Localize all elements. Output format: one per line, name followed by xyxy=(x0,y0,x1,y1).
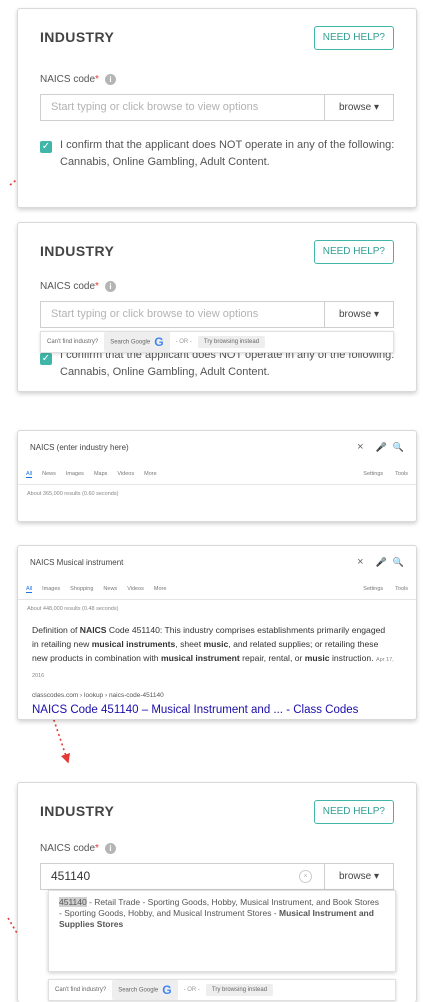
snippet-mid-4: repair, rental, or xyxy=(242,653,303,663)
cant-find-bar: Can't find industry? Search Google G - OR… xyxy=(48,979,396,1001)
naics-input[interactable]: Start typing or click browse to view opt… xyxy=(41,302,324,327)
divider xyxy=(18,599,416,600)
results-count: About 448,000 results (0.48 seconds) xyxy=(27,606,119,612)
or-separator: - OR - xyxy=(183,987,200,993)
tools-link[interactable]: Tools xyxy=(395,471,408,478)
snippet-mid-2: , sheet xyxy=(175,639,202,649)
naics-input-row: Start typing or click browse to view opt… xyxy=(40,301,394,328)
snippet-bold-1: NAICS xyxy=(79,625,107,635)
search-google-label: Search Google xyxy=(118,987,159,994)
tab-videos[interactable]: Videos xyxy=(127,586,144,593)
snippet-bold-3: music xyxy=(203,639,229,649)
browse-dropdown[interactable]: browse ▾ xyxy=(324,864,393,889)
tab-news[interactable]: News xyxy=(103,586,117,593)
tab-more[interactable]: More xyxy=(154,586,167,593)
naics-input[interactable]: Start typing or click browse to view opt… xyxy=(41,95,324,120)
tab-all[interactable]: All xyxy=(26,471,33,478)
info-icon[interactable]: i xyxy=(104,843,116,854)
naics-label: NAICS code* i xyxy=(40,74,116,85)
result-snippet: Definition of NAICS Code 451140: This in… xyxy=(32,623,394,683)
search-icon[interactable]: 🔍 xyxy=(393,442,404,452)
snippet-bold-5: music xyxy=(304,653,330,663)
search-tabs: All Images Shopping News Videos More Set… xyxy=(26,586,408,593)
required-mark: * xyxy=(95,281,99,293)
industry-form-panel-3: INDUSTRY NEED HELP? NAICS code* i 451140 … xyxy=(17,782,417,1002)
suggestion-dropdown: 451140 - Retail Trade - Sporting Goods, … xyxy=(48,890,396,972)
industry-title: INDUSTRY xyxy=(40,29,115,45)
industry-title: INDUSTRY xyxy=(40,803,115,819)
mic-icon[interactable]: 🎤 xyxy=(376,557,387,567)
snippet-bold-2: musical instruments xyxy=(91,639,176,649)
snippet-end: instruction. xyxy=(331,653,374,663)
industry-form-panel-2: INDUSTRY NEED HELP? NAICS code* i Start t… xyxy=(17,222,417,392)
info-icon[interactable]: i xyxy=(104,281,116,292)
tools-link[interactable]: Tools xyxy=(395,586,408,593)
try-browsing-button[interactable]: Try browsing instead xyxy=(197,336,266,348)
google-search-panel-1: NAICS (enter industry here) × 🎤 🔍 All News… xyxy=(17,430,417,522)
naics-label-text: NAICS code xyxy=(40,74,96,86)
search-box-icons: × 🎤 🔍 xyxy=(357,556,404,568)
cant-find-prompt: Can't find industry? xyxy=(55,987,107,993)
confirm-text: I confirm that the applicant does NOT op… xyxy=(60,139,395,168)
settings-link[interactable]: Settings xyxy=(363,471,383,478)
tab-images[interactable]: Images xyxy=(42,586,60,593)
result-title-link[interactable]: NAICS Code 451140 – Musical Instrument a… xyxy=(32,704,358,716)
suggestion-code: 451140 xyxy=(59,897,87,907)
try-browsing-button[interactable]: Try browsing instead xyxy=(205,984,274,996)
tab-news[interactable]: News xyxy=(42,471,56,478)
industry-form-panel-1: INDUSTRY NEED HELP? NAICS code* i Start t… xyxy=(17,8,417,208)
divider xyxy=(18,484,416,485)
tab-right-group: Settings Tools xyxy=(363,586,408,593)
naics-input-row: 451140 browse ▾ xyxy=(40,863,394,890)
snippet-prefix: Definition of xyxy=(32,625,78,635)
tab-images[interactable]: Images xyxy=(66,471,84,478)
need-help-button[interactable]: NEED HELP? xyxy=(313,800,394,824)
naics-label-text: NAICS code xyxy=(40,281,96,293)
search-box-icons: × 🎤 🔍 xyxy=(357,441,404,453)
clear-input-icon[interactable]: × xyxy=(299,870,312,883)
search-google-button[interactable]: Search Google G xyxy=(112,980,178,1000)
google-icon: G xyxy=(162,983,172,997)
required-mark: * xyxy=(95,843,99,855)
search-google-button[interactable]: Search Google G xyxy=(104,332,170,352)
search-icon[interactable]: 🔍 xyxy=(393,557,404,567)
confirm-checkbox[interactable]: ✓ xyxy=(40,353,52,365)
search-google-label: Search Google xyxy=(110,339,151,346)
result-cite: classcodes.com › lookup › naics-code-451… xyxy=(32,692,164,699)
tab-shopping[interactable]: Shopping xyxy=(70,586,93,593)
confirm-checkbox[interactable]: ✓ xyxy=(40,141,52,153)
industry-title: INDUSTRY xyxy=(40,243,115,259)
or-separator: - OR - xyxy=(175,339,192,345)
tab-more[interactable]: More xyxy=(144,471,157,478)
cant-find-bar: Can't find industry? Search Google G - OR… xyxy=(40,331,394,353)
browse-dropdown[interactable]: browse ▾ xyxy=(324,302,393,327)
required-mark: * xyxy=(95,74,99,86)
naics-label: NAICS code* i xyxy=(40,843,116,854)
naics-label: NAICS code* i xyxy=(40,281,116,292)
naics-input[interactable]: 451140 xyxy=(41,864,324,889)
snippet-bold-4: musical instrument xyxy=(160,653,240,663)
search-query[interactable]: NAICS (enter industry here) xyxy=(30,443,129,452)
tab-right-group: Settings Tools xyxy=(363,471,408,478)
tab-videos[interactable]: Videos xyxy=(117,471,134,478)
search-tabs: All News Images Maps Videos More Setting… xyxy=(26,471,408,478)
naics-label-text: NAICS code xyxy=(40,843,96,855)
suggestion-option[interactable]: 451140 - Retail Trade - Sporting Goods, … xyxy=(59,897,383,930)
tab-maps[interactable]: Maps xyxy=(94,471,107,478)
search-query[interactable]: NAICS Musical instrument xyxy=(30,558,123,567)
google-icon: G xyxy=(154,335,164,349)
tab-all[interactable]: All xyxy=(26,586,33,593)
info-icon[interactable]: i xyxy=(104,74,116,85)
need-help-button[interactable]: NEED HELP? xyxy=(313,240,394,264)
settings-link[interactable]: Settings xyxy=(363,586,383,593)
naics-input-row: Start typing or click browse to view opt… xyxy=(40,94,394,121)
browse-dropdown[interactable]: browse ▾ xyxy=(324,95,393,120)
close-icon[interactable]: × xyxy=(357,556,363,568)
mic-icon[interactable]: 🎤 xyxy=(376,442,387,452)
results-count: About 365,000 results (0.60 seconds) xyxy=(27,491,119,497)
need-help-button[interactable]: NEED HELP? xyxy=(313,26,394,50)
google-search-panel-2: NAICS Musical instrument × 🎤 🔍 All Images … xyxy=(17,545,417,720)
close-icon[interactable]: × xyxy=(357,441,363,453)
cant-find-prompt: Can't find industry? xyxy=(47,339,99,345)
